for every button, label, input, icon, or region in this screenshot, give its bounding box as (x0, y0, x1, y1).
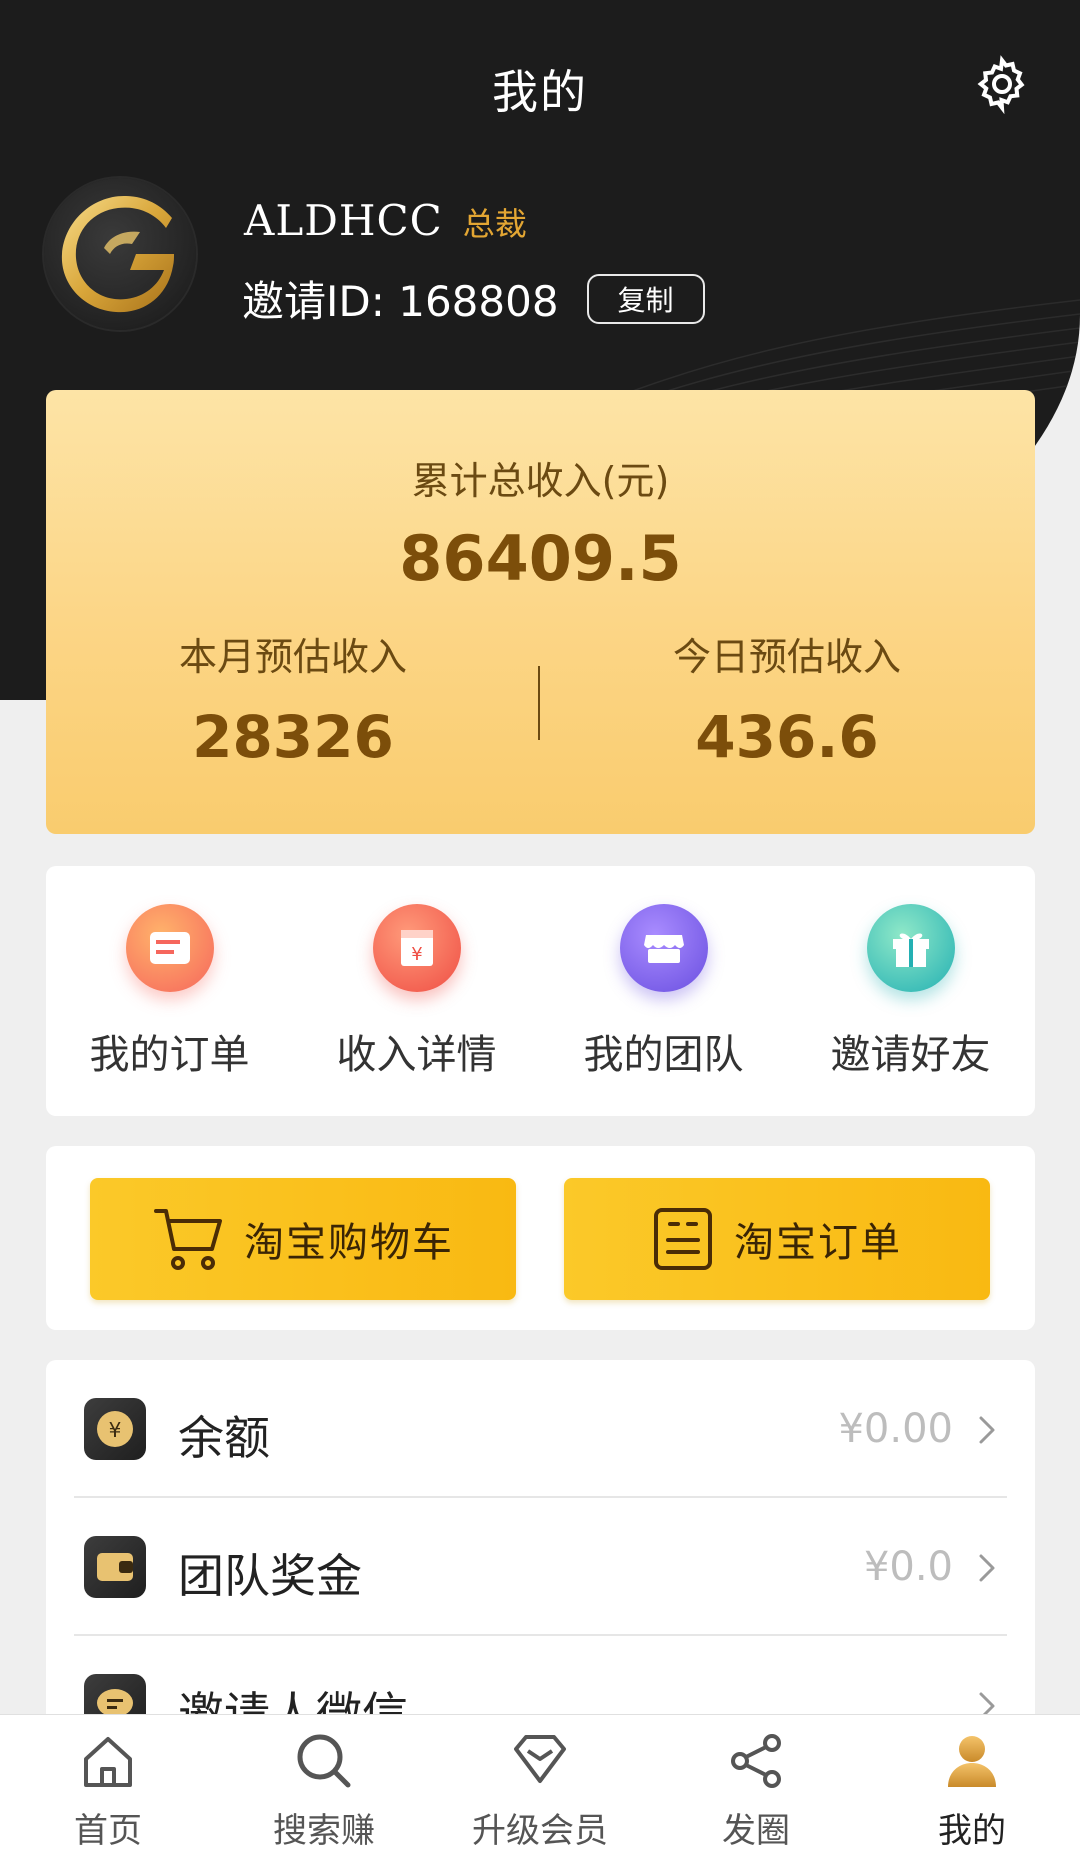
list-item-team-bonus[interactable]: 团队奖金 ¥0.0 (46, 1498, 1035, 1636)
taobao-cart-button[interactable]: 淘宝购物车 (90, 1178, 516, 1300)
quick-action-label: 我的订单 (89, 1032, 250, 1078)
list-item-balance[interactable]: ¥ 余额 ¥0.00 (46, 1360, 1035, 1498)
user-name-row: ALDHCC 总裁 (244, 196, 527, 245)
share-icon (731, 1734, 781, 1788)
avatar[interactable] (44, 178, 196, 330)
diamond-icon (514, 1735, 566, 1783)
month-income-value: 28326 (192, 703, 394, 771)
quick-action-label: 我的团队 (583, 1032, 744, 1078)
taobao-order-label: 淘宝订单 (734, 1220, 902, 1266)
user-icon (948, 1736, 996, 1787)
quick-action-label: 邀请好友 (830, 1032, 991, 1078)
home-icon (84, 1737, 132, 1787)
profile-page: 我的 ALDHCC 总裁 邀请ID: 168808 复制 累计总收入(元) 86… (0, 0, 1080, 1863)
chevron-right-icon (979, 1554, 995, 1582)
taobao-order-button[interactable]: 淘宝订单 (564, 1178, 990, 1300)
order-card-icon (125, 904, 214, 992)
total-income-value: 86409.5 (399, 522, 682, 595)
quick-action-team[interactable]: 我的团队 (540, 904, 787, 1080)
month-income-label: 本月预估收入 (178, 635, 407, 679)
list-item-value: ¥0.0 (863, 1544, 953, 1590)
list-item-value: ¥0.00 (838, 1406, 953, 1452)
quick-actions-card: 我的订单 ¥ 收入详情 我的团队 邀请好友 (46, 866, 1035, 1116)
tab-label: 首页 (74, 1811, 142, 1851)
svg-text:¥: ¥ (109, 1418, 122, 1442)
bottom-tab-bar: 首页 搜索赚 升级会员 发圈 我的 (0, 1714, 1080, 1863)
invite-id: 邀请ID: 168808 (242, 277, 559, 326)
user-name: ALDHCC (244, 196, 443, 245)
list-item-label: 团队奖金 (178, 1549, 362, 1603)
coin-icon: ¥ (84, 1398, 146, 1460)
gift-icon (866, 904, 955, 992)
store-icon (619, 904, 708, 992)
svg-text:¥: ¥ (411, 944, 422, 965)
taobao-card: 淘宝购物车 淘宝订单 (46, 1146, 1035, 1330)
today-income-value: 436.6 (695, 703, 879, 771)
tab-search[interactable]: 搜索赚 (216, 1729, 432, 1859)
tab-share[interactable]: 发圈 (648, 1729, 864, 1859)
quick-action-label: 收入详情 (336, 1032, 497, 1078)
wallet-icon (84, 1536, 146, 1598)
tab-label: 搜索赚 (273, 1811, 375, 1851)
yuan-bill-icon: ¥ (372, 904, 461, 992)
g-logo-icon (61, 196, 174, 313)
tab-label: 我的 (938, 1811, 1006, 1851)
cart-icon (154, 1209, 222, 1270)
quick-action-invite[interactable]: 邀请好友 (787, 904, 1034, 1080)
tab-home[interactable]: 首页 (0, 1729, 216, 1859)
quick-action-orders[interactable]: 我的订单 (46, 904, 293, 1080)
tab-label: 升级会员 (472, 1811, 608, 1851)
order-list-icon (654, 1208, 712, 1270)
tab-mine[interactable]: 我的 (864, 1729, 1080, 1859)
total-income-label: 累计总收入(元) (411, 459, 670, 503)
tab-label: 发圈 (722, 1811, 790, 1851)
user-level-badge: 总裁 (462, 205, 527, 243)
quick-action-income[interactable]: ¥ 收入详情 (293, 904, 540, 1080)
chevron-right-icon (979, 1416, 995, 1444)
gear-icon (977, 55, 1025, 115)
month-income[interactable]: 本月预估收入 28326 (46, 626, 540, 771)
list-item-label: 余额 (178, 1411, 270, 1465)
income-card: 累计总收入(元) 86409.5 本月预估收入 28326 今日预估收入 436… (46, 390, 1035, 834)
settings-button[interactable] (972, 54, 1032, 115)
taobao-cart-label: 淘宝购物车 (244, 1220, 454, 1266)
page-title: 我的 (492, 65, 588, 119)
search-icon (297, 1734, 351, 1788)
today-income[interactable]: 今日预估收入 436.6 (540, 626, 1034, 771)
today-income-label: 今日预估收入 (672, 635, 901, 679)
tab-upgrade[interactable]: 升级会员 (432, 1729, 648, 1859)
invite-row: 邀请ID: 168808 复制 (242, 268, 705, 329)
copy-button[interactable]: 复制 (586, 273, 705, 324)
